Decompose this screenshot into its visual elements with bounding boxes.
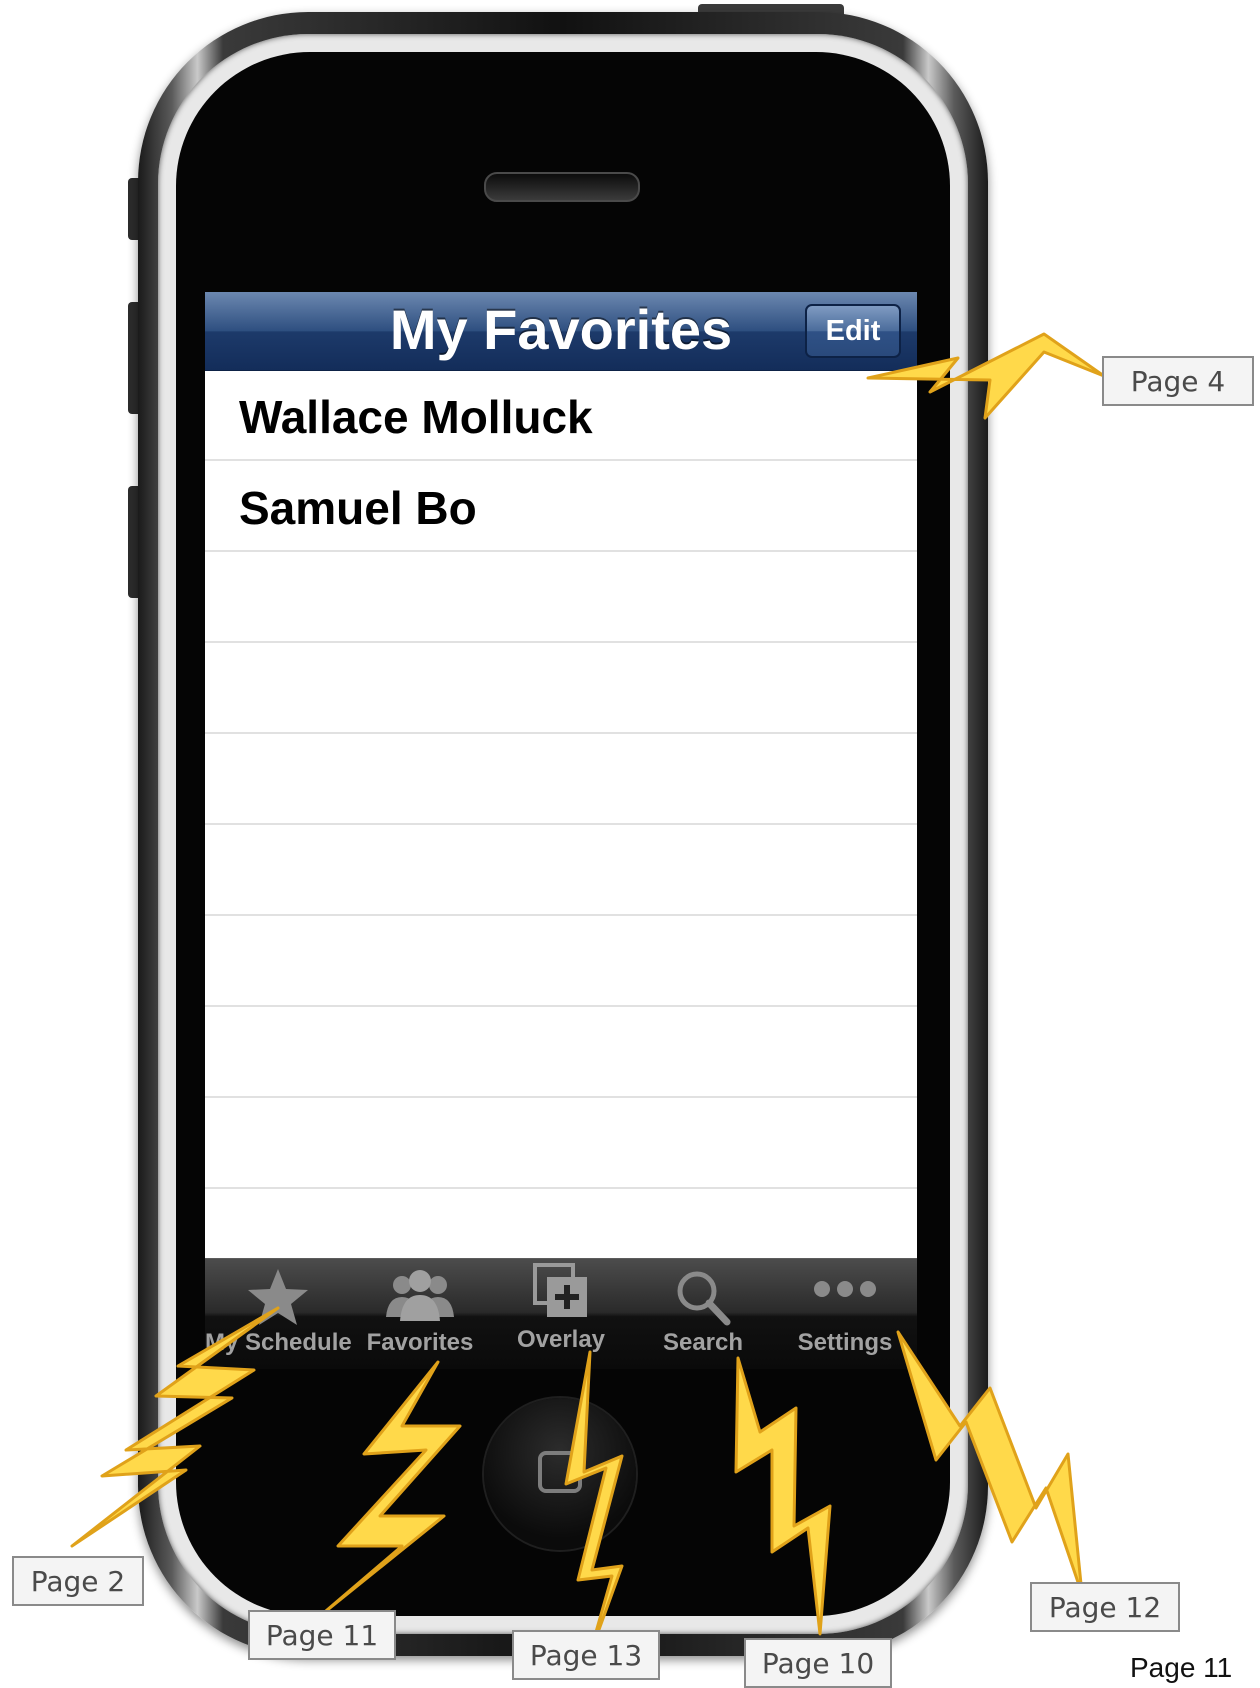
tab-label: Overlay (516, 1326, 606, 1353)
edit-page-link[interactable]: Page 4 (1102, 356, 1254, 406)
empty-row (205, 1189, 917, 1258)
my-schedule-page-link[interactable]: Page 2 (12, 1556, 144, 1606)
tab-overlay[interactable]: Overlay (489, 1259, 633, 1369)
edit-button[interactable]: Edit (805, 304, 901, 358)
search-page-link[interactable]: Page 10 (744, 1638, 892, 1688)
tab-label: Settings (797, 1329, 893, 1356)
navigation-bar: My Favorites Edit (205, 292, 917, 371)
earpiece-speaker (484, 172, 640, 202)
star-icon (246, 1267, 310, 1332)
tab-label: Search (662, 1329, 744, 1356)
overlay-plus-icon (531, 1263, 591, 1326)
tab-my-schedule[interactable]: My Schedule (205, 1259, 352, 1369)
empty-row (205, 916, 917, 1007)
empty-row (205, 825, 917, 916)
tab-label: Favorites (366, 1329, 474, 1356)
empty-row (205, 1098, 917, 1189)
favorite-name: Samuel Bo (239, 482, 477, 534)
ellipsis-icon (810, 1277, 880, 1306)
empty-row (205, 1007, 917, 1098)
empty-row (205, 643, 917, 734)
page-number: Page 11 (1130, 1652, 1233, 1683)
tab-label: My Schedule (205, 1329, 352, 1356)
home-button-icon (538, 1451, 582, 1493)
settings-page-link[interactable]: Page 12 (1030, 1582, 1180, 1632)
tab-favorites[interactable]: Favorites (351, 1259, 489, 1369)
favorite-name: Wallace Molluck (239, 391, 593, 443)
people-icon (380, 1267, 460, 1328)
empty-row (205, 552, 917, 643)
empty-row (205, 734, 917, 825)
overlay-page-link[interactable]: Page 13 (512, 1630, 660, 1680)
list-item[interactable]: Wallace Molluck (205, 370, 917, 461)
tab-bar: My Schedule Favorites Overlay Search Set… (205, 1258, 917, 1369)
list-item[interactable]: Samuel Bo (205, 461, 917, 552)
magnifier-icon (673, 1267, 733, 1332)
tab-settings[interactable]: Settings (773, 1259, 917, 1369)
app-screen: My Favorites Edit Wallace Molluck Samuel… (205, 292, 917, 1369)
favorites-page-link[interactable]: Page 11 (248, 1610, 396, 1660)
tab-search[interactable]: Search (633, 1259, 773, 1369)
